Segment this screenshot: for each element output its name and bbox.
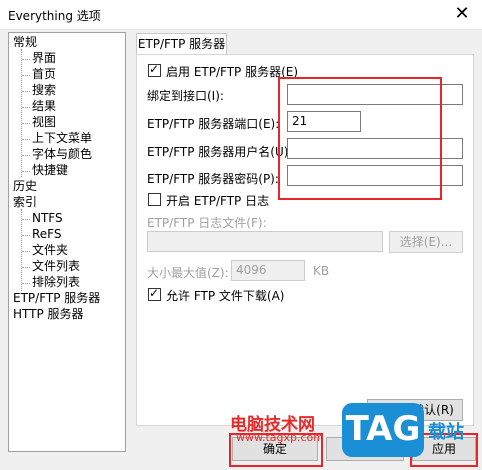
tree-item-exclude[interactable]: 排除列表	[31, 275, 81, 290]
max-size-input[interactable]: 4096	[231, 260, 305, 281]
tree-item-ui[interactable]: 界面	[31, 51, 57, 66]
max-size-unit: KB	[313, 264, 330, 278]
tree-item-history[interactable]: 历史	[12, 179, 38, 194]
tree-connector	[22, 75, 30, 76]
tree-connector	[22, 267, 30, 268]
tree-connector	[22, 107, 30, 108]
browse-log-button[interactable]: 选择(E)...	[389, 231, 463, 253]
tree-connector	[22, 123, 30, 124]
tree-item-context-menu[interactable]: 上下文菜单	[31, 131, 93, 146]
tree-item-search[interactable]: 搜索	[31, 83, 57, 98]
tree-item-file-lists[interactable]: 文件列表	[31, 259, 81, 274]
watermark-suffix: 载站	[428, 422, 464, 443]
tree-item-hotkeys[interactable]: 快捷键	[31, 163, 69, 178]
tag-logo: TAG	[342, 403, 424, 457]
tree-item-http-server[interactable]: HTTP 服务器	[12, 307, 85, 322]
tree-item-index[interactable]: 索引	[12, 195, 38, 210]
tree-connector	[22, 91, 30, 92]
tree-connector	[22, 139, 30, 140]
tree-item-view[interactable]: 视图	[31, 115, 57, 130]
allow-download-label[interactable]: 允许 FTP 文件下载(A)	[166, 287, 284, 304]
tree-item-home[interactable]: 首页	[31, 67, 57, 82]
tree-item-refs[interactable]: ReFS	[31, 227, 63, 242]
enable-log-checkbox[interactable]	[148, 193, 161, 206]
watermark-url: www.tagxp.com	[236, 431, 324, 444]
tree-connector	[22, 219, 30, 220]
allow-download-checkbox[interactable]	[148, 286, 161, 301]
max-size-label: 大小最大值(Z):	[147, 266, 229, 280]
tree-item-etp-ftp-server[interactable]: ETP/FTP 服务器	[12, 291, 102, 306]
password-label: ETP/FTP 服务器密码(P):	[147, 172, 279, 186]
enable-log-label[interactable]: 开启 ETP/FTP 日志	[166, 192, 269, 209]
tree-item-general[interactable]: 常规	[12, 35, 38, 50]
port-label: ETP/FTP 服务器端口(E):	[147, 117, 280, 131]
log-file-input[interactable]	[147, 231, 383, 252]
tree-connector	[21, 49, 22, 177]
tree-connector	[22, 59, 30, 60]
tree-item-fonts-colors[interactable]: 字体与颜色	[31, 147, 93, 162]
options-tree[interactable]: 常规 界面 首页 搜索 结果 视图 上下文菜单 字体与颜色 快捷键 历史 索引 …	[8, 32, 126, 452]
highlight-box	[278, 77, 442, 200]
bind-interface-label: 绑定到接口(I):	[147, 89, 224, 103]
username-label: ETP/FTP 服务器用户名(U)	[147, 145, 289, 159]
window-title: Everything 选项	[8, 9, 101, 23]
close-icon[interactable]: ✕	[442, 0, 482, 30]
tree-item-ntfs[interactable]: NTFS	[31, 211, 64, 226]
enable-server-checkbox[interactable]	[148, 62, 161, 77]
tree-connector	[22, 155, 30, 156]
title-bar: Everything 选项 ✕	[0, 0, 482, 30]
tab-etp-ftp-server[interactable]: ETP/FTP 服务器	[136, 33, 227, 55]
tree-connector	[22, 251, 30, 252]
log-file-label: ETP/FTP 日志文件(F):	[147, 216, 267, 230]
tree-connector	[22, 171, 30, 172]
tree-item-folders[interactable]: 文件夹	[31, 243, 69, 258]
tree-item-results[interactable]: 结果	[31, 99, 57, 114]
tree-connector	[22, 235, 30, 236]
tag-logo-text: TAG	[345, 409, 421, 449]
tree-connector	[22, 283, 30, 284]
